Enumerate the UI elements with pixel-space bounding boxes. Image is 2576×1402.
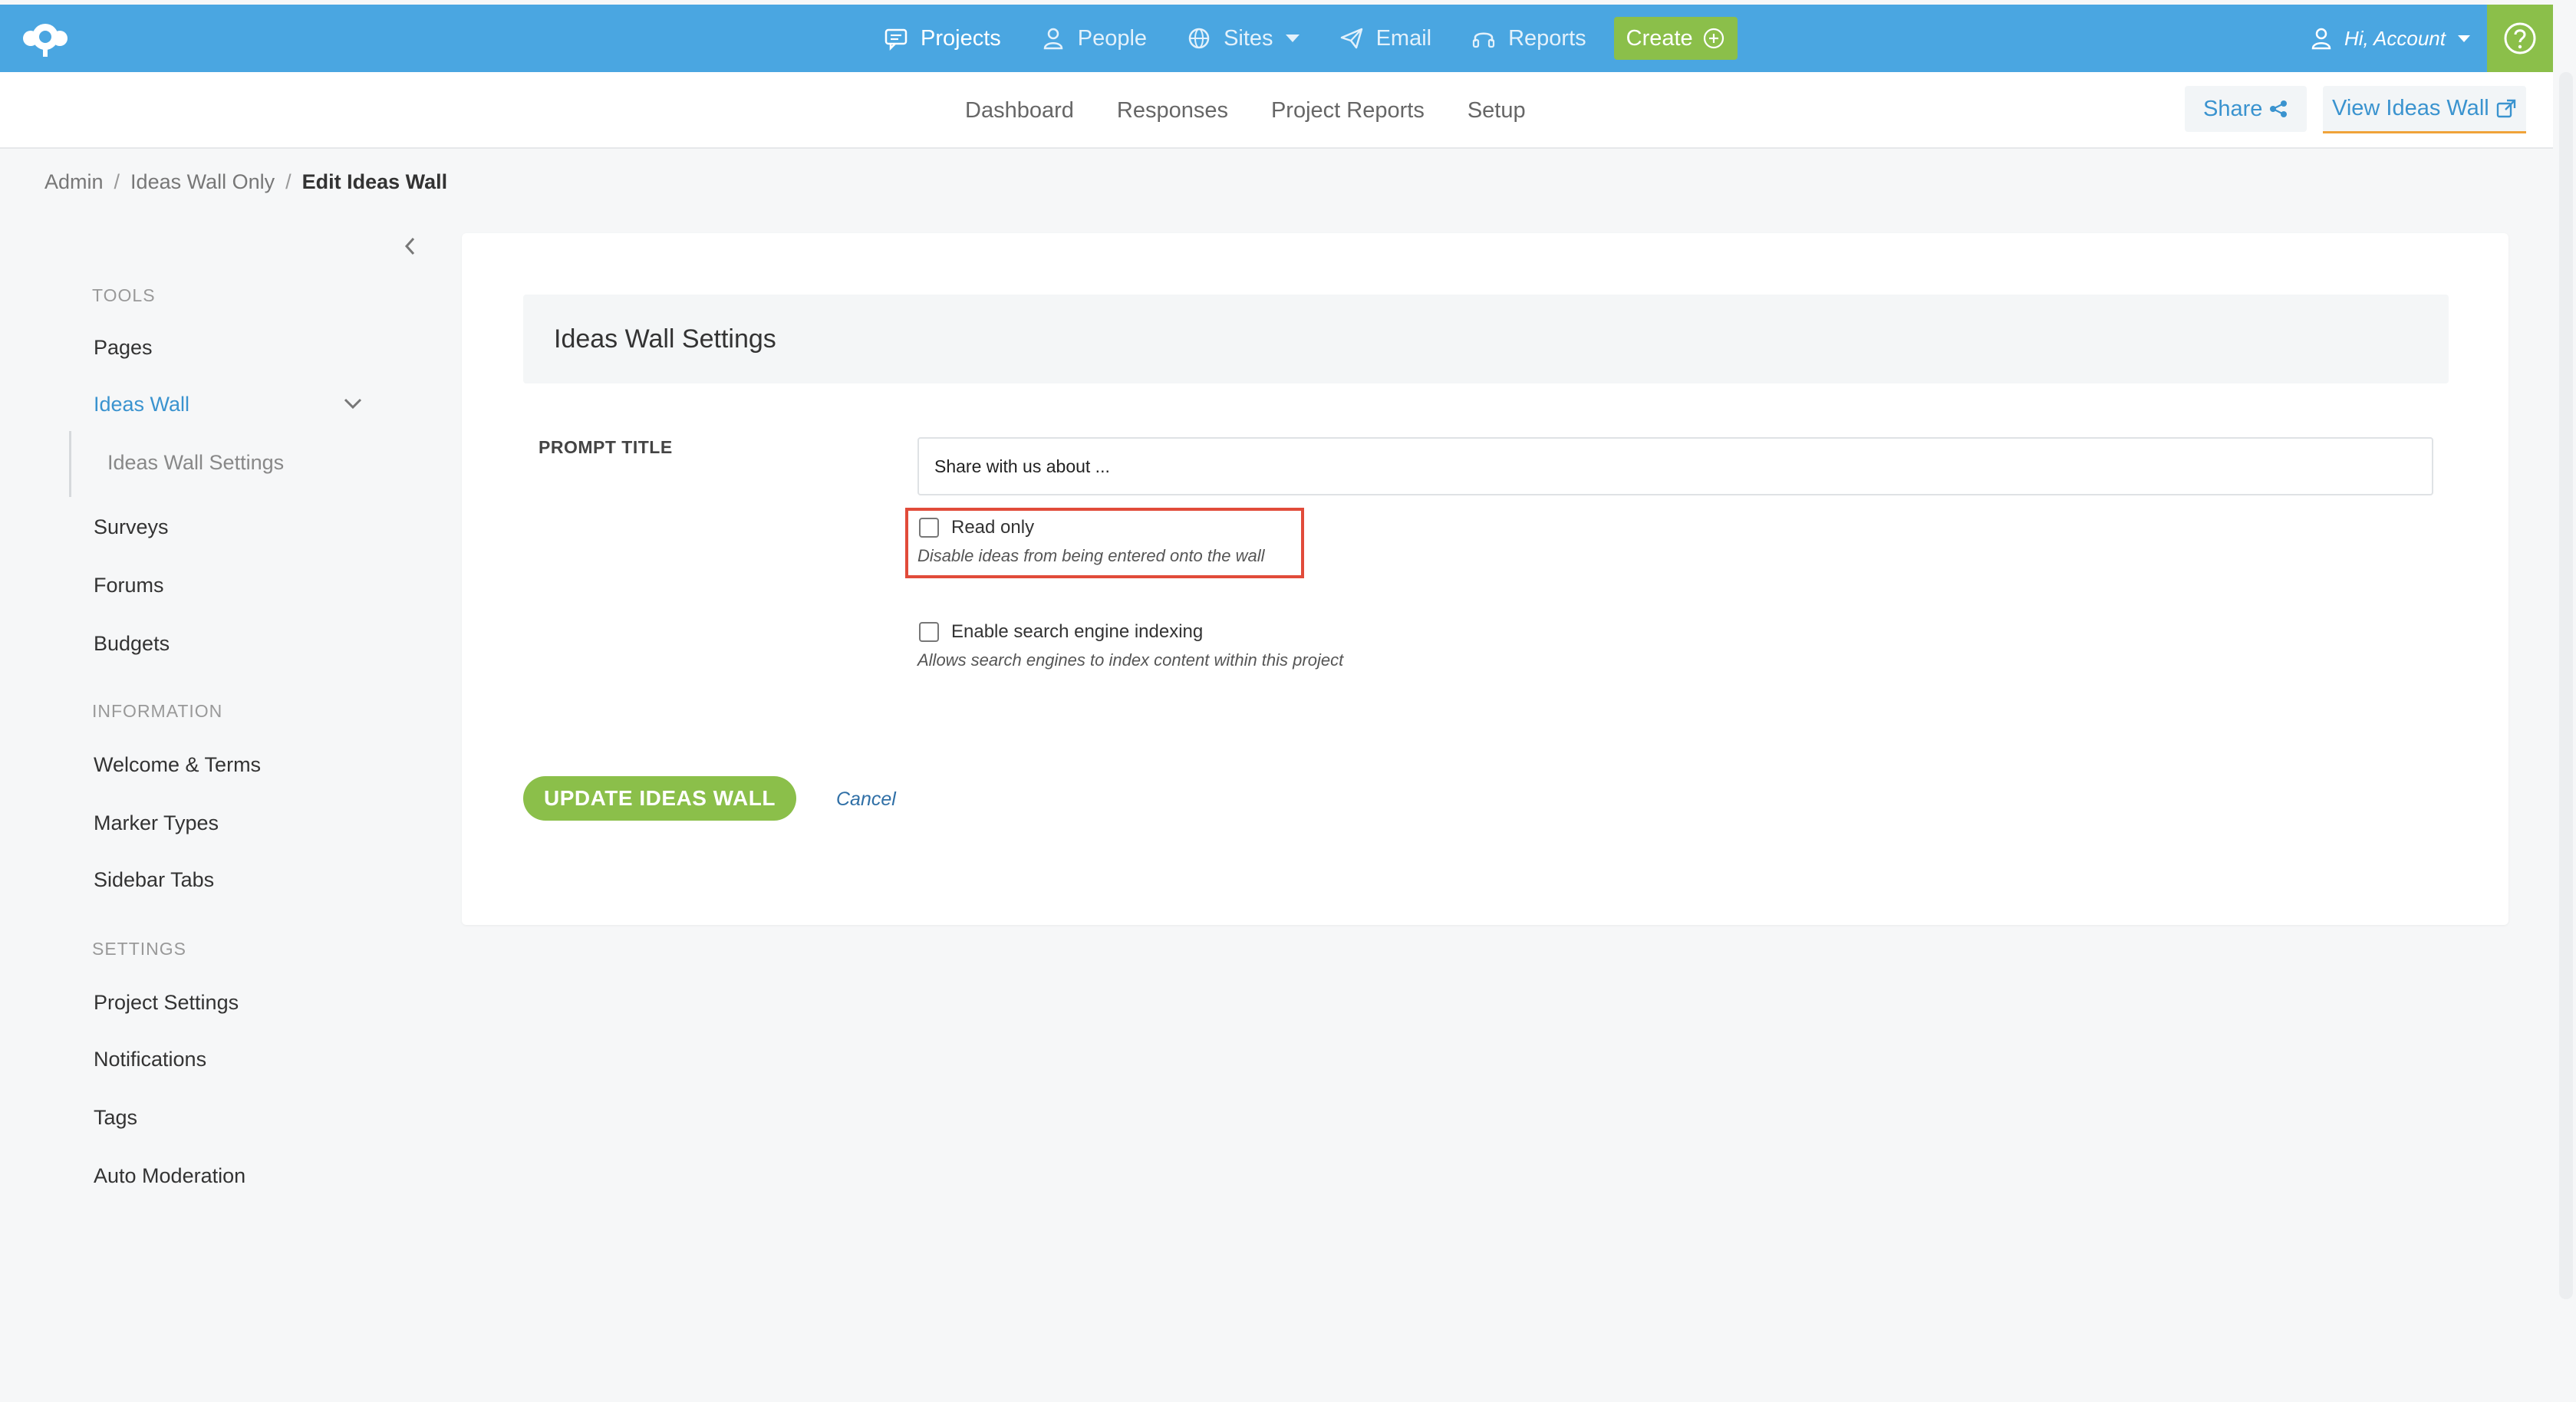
indexing-label: Enable search engine indexing bbox=[951, 621, 1204, 642]
external-link-icon bbox=[2496, 99, 2515, 117]
help-button[interactable] bbox=[2487, 5, 2553, 72]
sidebar-item-project-settings[interactable]: Project Settings bbox=[94, 991, 239, 1015]
view-ideas-wall-label: View Ideas Wall bbox=[2332, 96, 2489, 120]
create-button-label: Create bbox=[1626, 25, 1693, 51]
prompt-title-input[interactable] bbox=[917, 437, 2433, 495]
topnav-reports[interactable]: Reports bbox=[1451, 5, 1606, 72]
topnav-people-label: People bbox=[1077, 25, 1148, 51]
sidebar-item-auto-moderation[interactable]: Auto Moderation bbox=[94, 1164, 245, 1188]
topnav-sites[interactable]: Sites bbox=[1167, 5, 1319, 72]
cancel-link[interactable]: Cancel bbox=[836, 788, 896, 811]
indexing-description: Allows search engines to index content w… bbox=[917, 650, 1344, 670]
update-ideas-wall-button[interactable]: UPDATE IDEAS WALL bbox=[523, 776, 796, 821]
subnav-project-reports[interactable]: Project Reports bbox=[1271, 98, 1425, 123]
user-icon bbox=[2311, 28, 2331, 50]
sidebar-item-marker-types[interactable]: Marker Types bbox=[94, 811, 219, 835]
view-ideas-wall-button[interactable]: View Ideas Wall bbox=[2323, 86, 2526, 133]
headset-icon bbox=[1472, 32, 1495, 48]
sidebar-heading-settings: SETTINGS bbox=[92, 939, 187, 959]
sidebar-item-welcome-terms[interactable]: Welcome & Terms bbox=[94, 753, 261, 777]
sidebar-item-ideas-wall[interactable]: Ideas Wall bbox=[94, 393, 189, 416]
sidebar-item-budgets[interactable]: Budgets bbox=[94, 632, 170, 656]
topnav-people[interactable]: People bbox=[1021, 5, 1167, 72]
share-button-label: Share bbox=[2203, 96, 2263, 121]
topnav-projects[interactable]: Projects bbox=[864, 5, 1021, 72]
read-only-description: Disable ideas from being entered onto th… bbox=[917, 546, 1265, 565]
breadcrumb-ideas-wall-only[interactable]: Ideas Wall Only bbox=[130, 170, 275, 194]
collapse-sidebar-icon[interactable] bbox=[400, 235, 419, 258]
breadcrumb-admin[interactable]: Admin bbox=[44, 170, 104, 194]
chat-icon bbox=[884, 28, 908, 51]
indexing-checkbox[interactable] bbox=[919, 622, 939, 642]
chevron-down-icon[interactable] bbox=[342, 396, 364, 411]
subnav-dashboard[interactable]: Dashboard bbox=[965, 98, 1074, 123]
prompt-title-label: PROMPT TITLE bbox=[539, 437, 673, 457]
topnav-projects-label: Projects bbox=[921, 25, 1001, 51]
person-icon bbox=[1043, 28, 1063, 50]
topnav-email-label: Email bbox=[1375, 25, 1432, 51]
settings-card: Ideas Wall Settings PROMPT TITLE Read on… bbox=[462, 233, 2508, 925]
breadcrumb: Admin / Ideas Wall Only / Edit Ideas Wal… bbox=[44, 170, 447, 194]
share-button[interactable]: Share bbox=[2185, 86, 2308, 132]
subnav-links: Dashboard Responses Project Reports Setu… bbox=[965, 72, 1569, 149]
sidebar-item-surveys[interactable]: Surveys bbox=[94, 515, 169, 539]
sidebar-heading-information: INFORMATION bbox=[92, 701, 223, 721]
help-icon bbox=[2504, 22, 2536, 54]
page-scrollbar[interactable] bbox=[2559, 72, 2573, 1299]
sidebar-item-sidebar-tabs[interactable]: Sidebar Tabs bbox=[94, 868, 214, 892]
sidebar-item-tags[interactable]: Tags bbox=[94, 1106, 137, 1130]
read-only-option[interactable]: Read only bbox=[919, 517, 1034, 538]
sidebar-heading-tools: TOOLS bbox=[92, 285, 156, 305]
globe-icon bbox=[1188, 28, 1210, 49]
sidebar-item-ideas-wall-settings[interactable]: Ideas Wall Settings bbox=[107, 451, 284, 475]
chevron-down-icon bbox=[2457, 35, 2470, 42]
account-label: Hi, Account bbox=[2344, 26, 2446, 50]
sidebar-item-notifications[interactable]: Notifications bbox=[94, 1048, 206, 1071]
create-button[interactable]: Create bbox=[1613, 17, 1738, 60]
top-nav: Projects People Sites Email Reports Crea… bbox=[864, 5, 1738, 72]
share-icon bbox=[2270, 100, 2288, 117]
plus-circle-icon bbox=[1703, 28, 1724, 49]
logo-icon[interactable] bbox=[20, 18, 71, 58]
account-menu[interactable]: Hi, Account bbox=[2309, 5, 2470, 72]
topnav-reports-label: Reports bbox=[1508, 25, 1586, 51]
sidebar-item-forums[interactable]: Forums bbox=[94, 574, 164, 597]
subnav-responses[interactable]: Responses bbox=[1117, 98, 1228, 123]
topnav-sites-label: Sites bbox=[1224, 25, 1273, 51]
paper-plane-icon bbox=[1340, 28, 1362, 49]
read-only-label: Read only bbox=[951, 517, 1035, 538]
read-only-checkbox[interactable] bbox=[919, 518, 939, 538]
chevron-down-icon bbox=[1285, 35, 1300, 42]
topnav-email[interactable]: Email bbox=[1319, 5, 1452, 72]
card-title: Ideas Wall Settings bbox=[523, 295, 2449, 383]
submenu-indicator bbox=[69, 431, 71, 497]
sidebar-item-pages[interactable]: Pages bbox=[94, 336, 153, 360]
breadcrumb-separator: / bbox=[285, 170, 292, 193]
indexing-option[interactable]: Enable search engine indexing bbox=[919, 621, 1203, 643]
subnav-setup[interactable]: Setup bbox=[1468, 98, 1526, 123]
sub-nav: Dashboard Responses Project Reports Setu… bbox=[0, 72, 2553, 149]
breadcrumb-current: Edit Ideas Wall bbox=[301, 170, 448, 193]
top-bar: Projects People Sites Email Reports Crea… bbox=[0, 5, 2553, 72]
breadcrumb-separator: / bbox=[114, 170, 120, 193]
